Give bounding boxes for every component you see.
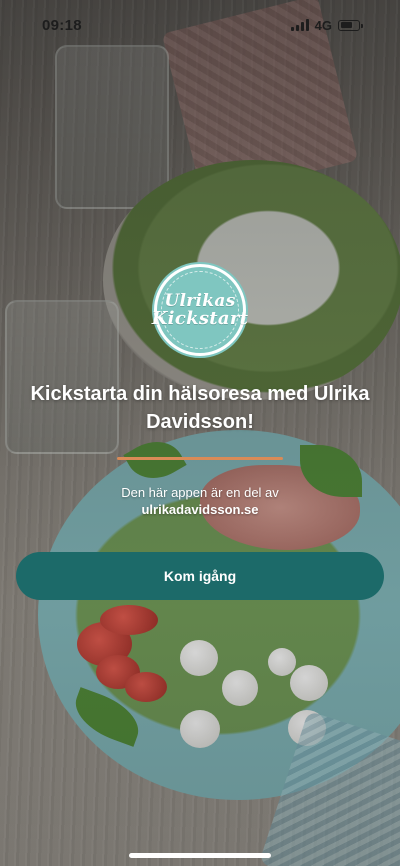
status-bar: 09:18 4G xyxy=(0,0,400,50)
get-started-button[interactable]: Kom igång xyxy=(16,552,384,600)
website-link[interactable]: ulrikadavidsson.se xyxy=(20,501,380,518)
brand-logo: Ulrikas Kickstart xyxy=(152,264,248,356)
battery-level xyxy=(340,22,353,28)
home-indicator[interactable] xyxy=(129,853,271,858)
network-type: 4G xyxy=(314,17,332,33)
logo-ring xyxy=(161,271,239,349)
subtitle-text: Den här appen är en del av xyxy=(121,485,279,500)
accent-divider xyxy=(117,457,283,460)
signal-icon xyxy=(290,19,309,31)
battery-icon xyxy=(338,19,363,31)
status-time: 09:18 xyxy=(42,16,82,34)
welcome-headline: Kickstarta din hälsoresa med Ulrika Davi… xyxy=(30,383,370,433)
status-indicators: 4G xyxy=(290,17,363,33)
